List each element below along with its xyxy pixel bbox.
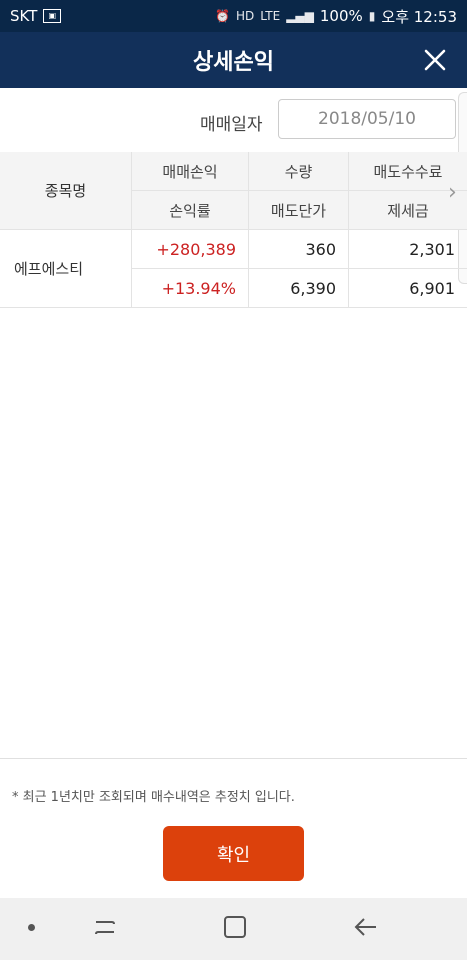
header-profit-rate: 손익률 — [132, 191, 249, 230]
footnote: * 최근 1년치만 조회되며 매수내역은 추정치 입니다. — [12, 790, 295, 805]
sell-price-value: 6,390 — [249, 269, 349, 308]
clock: 오후 12:53 — [381, 7, 457, 26]
stock-name: 에프에스티 — [0, 230, 132, 308]
nav-dot-icon[interactable] — [28, 924, 35, 931]
chevron-right-icon[interactable]: › — [448, 180, 457, 205]
quantity-value: 360 — [249, 230, 349, 269]
profit-value: +280,389 — [132, 230, 249, 269]
header-profit: 매매손익 — [132, 152, 249, 191]
date-label: 매매일자 — [200, 115, 263, 135]
system-nav-bar — [0, 898, 467, 960]
notification-icon: ▣ — [43, 9, 62, 23]
confirm-button[interactable]: 확인 — [163, 826, 304, 881]
header-name: 종목명 — [0, 152, 132, 230]
table-row[interactable]: 에프에스티 +280,389 360 2,301 +13.94% 6,390 6… — [0, 230, 467, 308]
lte-icon: LTE — [260, 9, 281, 23]
signal-icon: ▂▄▆ — [286, 9, 314, 23]
home-icon[interactable] — [222, 914, 248, 940]
carrier-label: SKT — [10, 7, 38, 25]
header-quantity: 수량 — [249, 152, 349, 191]
recent-apps-icon[interactable] — [92, 916, 118, 940]
profit-rate-value: +13.94% — [132, 269, 249, 308]
close-icon — [424, 49, 446, 71]
tax-value: 6,901 — [349, 269, 467, 308]
battery-percent: 100% — [319, 7, 363, 25]
close-button[interactable] — [415, 40, 455, 80]
detail-table: 종목명 매매손익 수량 매도수수료 손익률 매도단가 제세금 에프에스티 +28… — [0, 152, 467, 308]
header-sell-price: 매도단가 — [249, 191, 349, 230]
hd-voice-icon: HD — [235, 9, 255, 23]
sell-fee-value: 2,301 — [349, 230, 467, 269]
divider — [0, 758, 467, 759]
alarm-icon: ⏰ — [215, 9, 230, 23]
app-header: 상세손익 — [0, 32, 467, 88]
back-icon[interactable] — [352, 914, 380, 940]
battery-icon: ▮ — [368, 9, 376, 23]
page-title: 상세손익 — [193, 50, 274, 75]
date-field[interactable]: 2018/05/10 — [278, 99, 456, 139]
date-filter: 매매일자 2018/05/10 — [0, 96, 467, 146]
status-bar: SKT ▣ ⏰ HD LTE ▂▄▆ 100% ▮ 오후 12:53 — [0, 0, 467, 32]
table-header: 종목명 매매손익 수량 매도수수료 손익률 매도단가 제세금 — [0, 152, 467, 230]
